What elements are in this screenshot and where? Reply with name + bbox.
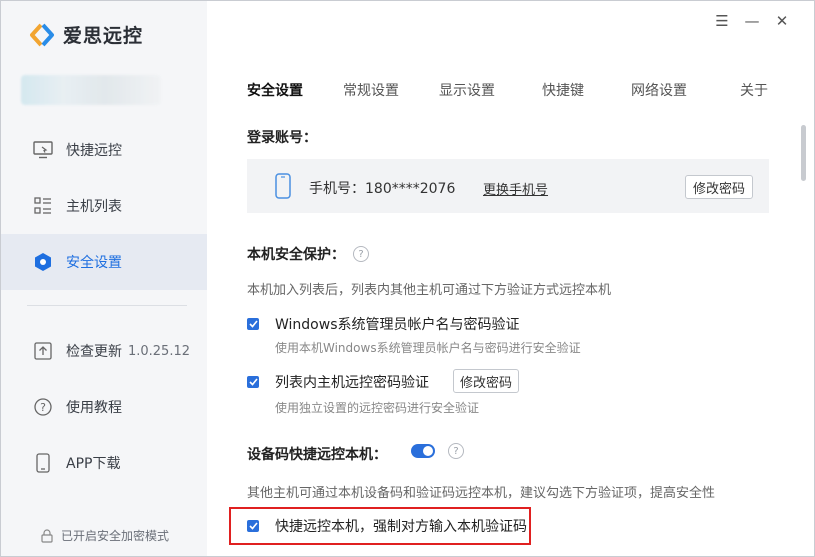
login-account-title: 登录账号：	[247, 127, 317, 147]
force-verify-code-checkbox[interactable]	[247, 520, 259, 532]
list-password-verify-label: 列表内主机远控密码验证	[275, 375, 429, 391]
list-icon	[33, 196, 53, 216]
device-code-title: 设备码快捷远控本机：	[247, 444, 387, 464]
list-password-verify-desc: 使用独立设置的远控密码进行安全验证	[275, 401, 480, 415]
sidebar-item-quick-remote[interactable]: 快捷远控	[1, 122, 207, 178]
windows-admin-verify-checkbox[interactable]	[247, 318, 259, 330]
force-verify-code-option: 快捷远控本机，强制对方输入本机验证码	[247, 516, 527, 536]
modify-remote-password-button[interactable]: 修改密码	[453, 369, 519, 393]
local-protection-title: 本机安全保护： ?	[247, 244, 369, 264]
shield-icon	[33, 252, 53, 272]
remote-screen-icon	[33, 140, 53, 160]
app-name: 爱思远控	[63, 25, 144, 47]
logo-icon	[30, 23, 54, 46]
toggle-knob	[423, 446, 433, 456]
app-window: 爱思远控 快捷远控 主机列表 安全设置 检查更新 1.0.25.12 ? 使用教…	[0, 0, 815, 557]
sidebar-item-label: 检查更新	[66, 344, 122, 360]
version-number: 1.0.25.12	[127, 343, 190, 359]
sidebar-item-label: 使用教程	[66, 400, 122, 416]
scrollbar[interactable]	[801, 125, 806, 181]
tab-network[interactable]: 网络设置	[631, 80, 687, 100]
sidebar-item-label: 安全设置	[66, 255, 122, 271]
device-code-toggle[interactable]	[411, 444, 435, 458]
change-phone-link[interactable]: 更换手机号	[483, 179, 548, 198]
help-circle-icon: ?	[33, 397, 53, 417]
sidebar-divider	[27, 305, 187, 306]
sidebar-item-tutorial[interactable]: ? 使用教程	[1, 379, 207, 435]
settings-panel: 安全设置 常规设置 显示设置 快捷键 网络设置 关于 登录账号： 手机号：180…	[207, 1, 814, 556]
phone-icon	[33, 453, 53, 473]
tab-shortcuts[interactable]: 快捷键	[542, 80, 584, 100]
sidebar-item-app-download[interactable]: APP下载	[1, 435, 207, 491]
sidebar-item-host-list[interactable]: 主机列表	[1, 178, 207, 234]
local-protection-title-text: 本机安全保护：	[247, 247, 345, 263]
sidebar-item-check-update[interactable]: 检查更新 1.0.25.12	[1, 323, 207, 379]
sidebar: 爱思远控 快捷远控 主机列表 安全设置 检查更新 1.0.25.12 ? 使用教…	[1, 1, 207, 556]
secure-mode-text: 已开启安全加密模式	[61, 529, 170, 543]
sidebar-item-security[interactable]: 安全设置	[1, 234, 207, 290]
tab-security[interactable]: 安全设置	[247, 80, 303, 100]
tab-display[interactable]: 显示设置	[439, 80, 495, 100]
local-protection-desc: 本机加入列表后，列表内其他主机可通过下方验证方式远控本机	[247, 283, 612, 298]
list-password-verify-checkbox[interactable]	[247, 376, 259, 388]
user-account-blurred	[21, 75, 161, 105]
device-code-desc: 其他主机可通过本机设备码和验证码远控本机，建议勾选下方验证项，提高安全性	[247, 486, 716, 501]
secure-mode-status: 已开启安全加密模式	[41, 527, 169, 544]
phone-number: 手机号：180****2076	[309, 181, 456, 197]
force-verify-code-label: 快捷远控本机，强制对方输入本机验证码	[275, 519, 527, 535]
sidebar-item-label: APP下载	[66, 456, 121, 472]
list-password-verify-option: 列表内主机远控密码验证	[247, 372, 429, 392]
app-logo: 爱思远控	[29, 21, 143, 48]
update-icon	[33, 341, 53, 361]
help-icon[interactable]: ?	[353, 246, 369, 262]
login-account-title-text: 登录账号：	[247, 130, 317, 146]
lock-icon	[41, 528, 53, 543]
device-code-title-text: 设备码快捷远控本机：	[247, 447, 387, 463]
tab-about[interactable]: 关于	[740, 80, 768, 100]
windows-admin-verify-label: Windows系统管理员帐户名与密码验证	[275, 317, 520, 333]
sidebar-item-label: 快捷远控	[66, 143, 122, 159]
windows-admin-verify-desc: 使用本机Windows系统管理员帐户名与密码进行安全验证	[275, 341, 581, 355]
windows-admin-verify-option: Windows系统管理员帐户名与密码验证	[247, 314, 520, 334]
help-icon[interactable]: ?	[448, 443, 464, 459]
tab-general[interactable]: 常规设置	[343, 80, 399, 100]
change-password-button[interactable]: 修改密码	[685, 175, 753, 199]
svg-text:?: ?	[40, 401, 46, 414]
sidebar-item-label: 主机列表	[66, 199, 122, 215]
account-box: 手机号：180****2076 更换手机号 修改密码	[247, 159, 769, 213]
mobile-phone-icon	[275, 173, 291, 199]
